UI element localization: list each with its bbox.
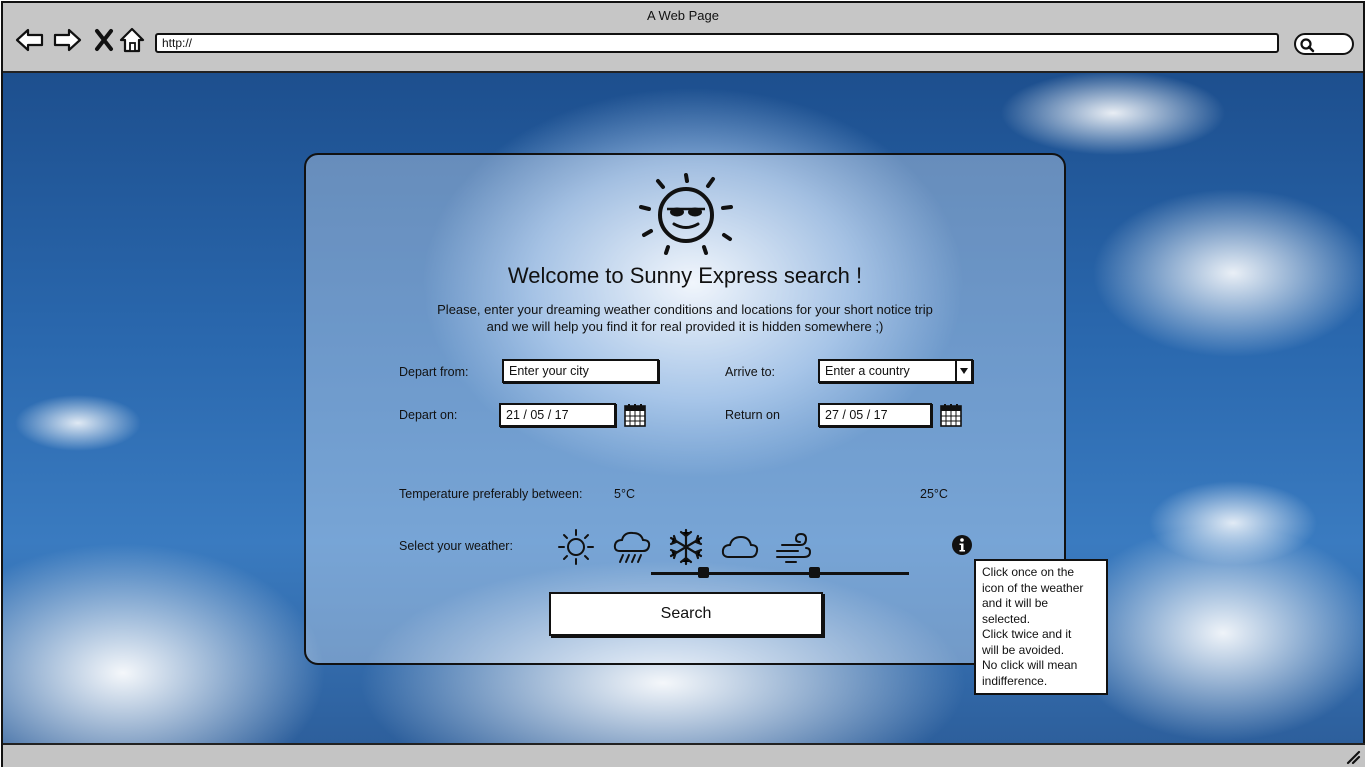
temperature-min-label: 5°C [614,487,635,501]
close-x-icon[interactable] [89,25,119,55]
arrive-to-value: Enter a country [825,364,910,378]
temperature-label: Temperature preferably between: [399,487,583,501]
depart-on-date-input[interactable]: 21 / 05 / 17 [499,403,616,427]
depart-from-label: Depart from: [399,365,469,379]
search-icon [1300,38,1315,53]
depart-from-input[interactable]: Enter your city [502,359,659,383]
weather-help-tooltip: Click once on the icon of the weather an… [974,559,1108,695]
forward-arrow-icon[interactable] [52,25,82,55]
back-arrow-icon[interactable] [15,25,45,55]
weather-label: Select your weather: [399,539,513,553]
home-icon[interactable] [117,25,147,55]
depart-on-label: Depart on: [399,408,458,422]
resize-grip-icon[interactable] [1345,749,1361,765]
browser-statusbar [3,743,1365,767]
search-button[interactable]: Search [549,592,823,636]
calendar-icon[interactable] [624,403,646,427]
wind-icon[interactable] [774,527,814,567]
arrive-to-label: Arrive to: [725,365,776,379]
window-title: A Web Page [646,8,720,23]
browser-window: A Web Page http:// Welcome to Sunny Expr… [1,1,1365,767]
intro-line-2: and we will help you find it for real pr… [486,319,884,334]
sunglasses-sun-logo [639,173,733,255]
temperature-max-label: 25°C [920,487,948,501]
rain-icon[interactable] [612,527,652,567]
browser-search-box[interactable] [1294,33,1354,55]
temperature-high-handle[interactable] [808,567,820,578]
page-viewport: Welcome to Sunny Express search ! Please… [3,73,1363,743]
cloud-icon[interactable] [720,527,760,567]
info-icon[interactable] [951,534,973,556]
sun-icon[interactable] [556,527,596,567]
snowflake-icon[interactable] [666,527,706,567]
return-on-label: Return on [725,408,780,422]
arrive-to-select[interactable]: Enter a country [818,359,973,383]
welcome-heading: Welcome to Sunny Express search ! [507,263,863,288]
search-card: Welcome to Sunny Express search ! Please… [304,153,1066,665]
temperature-low-handle[interactable] [697,567,709,578]
browser-titlebar: A Web Page http:// [3,3,1363,73]
intro-line-1: Please, enter your dreaming weather cond… [437,302,933,317]
return-on-date-input[interactable]: 27 / 05 / 17 [818,403,932,427]
calendar-icon[interactable] [940,403,962,427]
chevron-down-icon[interactable] [955,361,971,381]
temperature-slider-track[interactable] [651,572,909,575]
url-bar[interactable]: http:// [155,33,1279,53]
intro-text: Please, enter your dreaming weather cond… [366,301,1004,335]
